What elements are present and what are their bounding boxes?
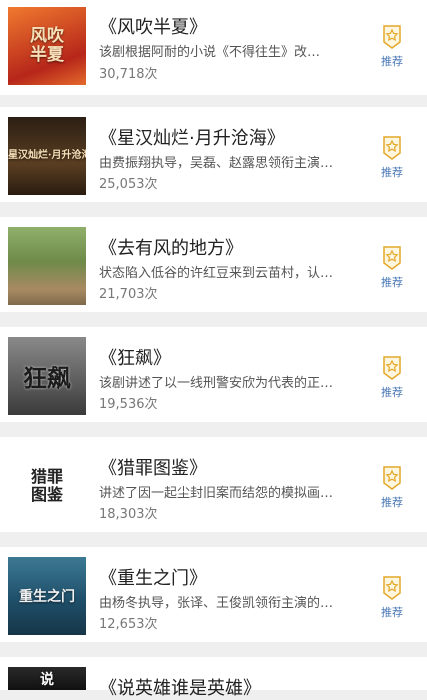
star-badge-icon [383, 466, 401, 490]
view-count: 25,053次 [99, 177, 158, 192]
recommend-button[interactable]: 推荐 [374, 246, 410, 290]
show-title[interactable]: 《风吹半夏》 [99, 13, 207, 39]
recommend-button[interactable]: 推荐 [374, 576, 410, 620]
recommend-label: 推荐 [381, 276, 403, 289]
show-description: 讲述了因一起尘封旧案而结怨的模拟画… [99, 486, 334, 501]
poster-title: 风吹半夏 [30, 26, 64, 65]
list-item[interactable]: 狂飙 《狂飙》 该剧讲述了以一线刑警安欣为代表的正… 19,536次 推荐 [0, 327, 427, 422]
poster-title: 狂飙 [23, 363, 71, 393]
show-title[interactable]: 《说英雄谁是英雄》 [99, 674, 261, 700]
show-description: 该剧讲述了以一线刑警安欣为代表的正… [99, 376, 334, 391]
poster-thumbnail[interactable]: 重生之门 [8, 557, 86, 635]
star-badge-icon [383, 246, 401, 270]
view-count: 19,536次 [99, 397, 158, 412]
show-title[interactable]: 《去有风的地方》 [99, 234, 243, 260]
star-badge-icon [383, 356, 401, 380]
view-count: 21,703次 [99, 287, 158, 302]
recommend-label: 推荐 [381, 55, 403, 68]
show-description: 状态陷入低谷的许红豆来到云苗村，认… [99, 266, 334, 281]
recommend-label: 推荐 [381, 606, 403, 619]
show-description: 该剧根据阿耐的小说《不得往生》改… [99, 45, 321, 60]
poster-thumbnail[interactable] [8, 227, 86, 305]
list-item[interactable]: 说 《说英雄谁是英雄》 [0, 657, 427, 699]
show-description: 由费振翔执导，吴磊、赵露思领衔主演… [99, 156, 334, 171]
poster-thumbnail[interactable]: 狂飙 [8, 337, 86, 415]
show-title[interactable]: 《猎罪图鉴》 [99, 454, 207, 480]
poster-title: 重生之门 [19, 589, 75, 605]
poster-thumbnail[interactable]: 风吹半夏 [8, 7, 86, 85]
recommend-button[interactable]: 推荐 [374, 466, 410, 510]
poster-thumbnail[interactable]: 星汉灿烂·月升沧海 [8, 117, 86, 195]
show-description: 由杨冬执导，张译、王俊凯领衔主演的… [99, 596, 334, 611]
poster-thumbnail[interactable]: 猎罪图鉴 [8, 447, 86, 525]
list-item[interactable]: 风吹半夏 《风吹半夏》 该剧根据阿耐的小说《不得往生》改… 30,718次 推荐 [0, 0, 427, 95]
view-count: 18,303次 [99, 507, 158, 522]
star-badge-icon [383, 25, 401, 49]
poster-title: 说 [40, 671, 54, 688]
recommend-label: 推荐 [381, 166, 403, 179]
recommend-button[interactable]: 推荐 [374, 356, 410, 400]
show-title[interactable]: 《狂飙》 [99, 344, 171, 370]
list-item[interactable]: 重生之门 《重生之门》 由杨冬执导，张译、王俊凯领衔主演的… 12,653次 推… [0, 547, 427, 642]
show-title[interactable]: 《星汉灿烂·月升沧海》 [99, 124, 285, 150]
poster-title: 猎罪图鉴 [30, 467, 63, 504]
recommend-button[interactable]: 推荐 [374, 25, 410, 69]
list-item[interactable]: 星汉灿烂·月升沧海 《星汉灿烂·月升沧海》 由费振翔执导，吴磊、赵露思领衔主演…… [0, 107, 427, 202]
poster-title: 星汉灿烂·月升沧海 [8, 150, 86, 161]
list-item[interactable]: 《去有风的地方》 状态陷入低谷的许红豆来到云苗村，认… 21,703次 推荐 [0, 217, 427, 312]
show-title[interactable]: 《重生之门》 [99, 564, 207, 590]
star-badge-icon [383, 136, 401, 160]
list-item[interactable]: 猎罪图鉴 《猎罪图鉴》 讲述了因一起尘封旧案而结怨的模拟画… 18,303次 推… [0, 437, 427, 532]
poster-thumbnail[interactable]: 说 [8, 667, 86, 690]
recommend-button[interactable]: 推荐 [374, 136, 410, 180]
recommend-label: 推荐 [381, 386, 403, 399]
recommend-label: 推荐 [381, 496, 403, 509]
star-badge-icon [383, 576, 401, 600]
view-count: 12,653次 [99, 617, 158, 632]
view-count: 30,718次 [99, 67, 158, 82]
